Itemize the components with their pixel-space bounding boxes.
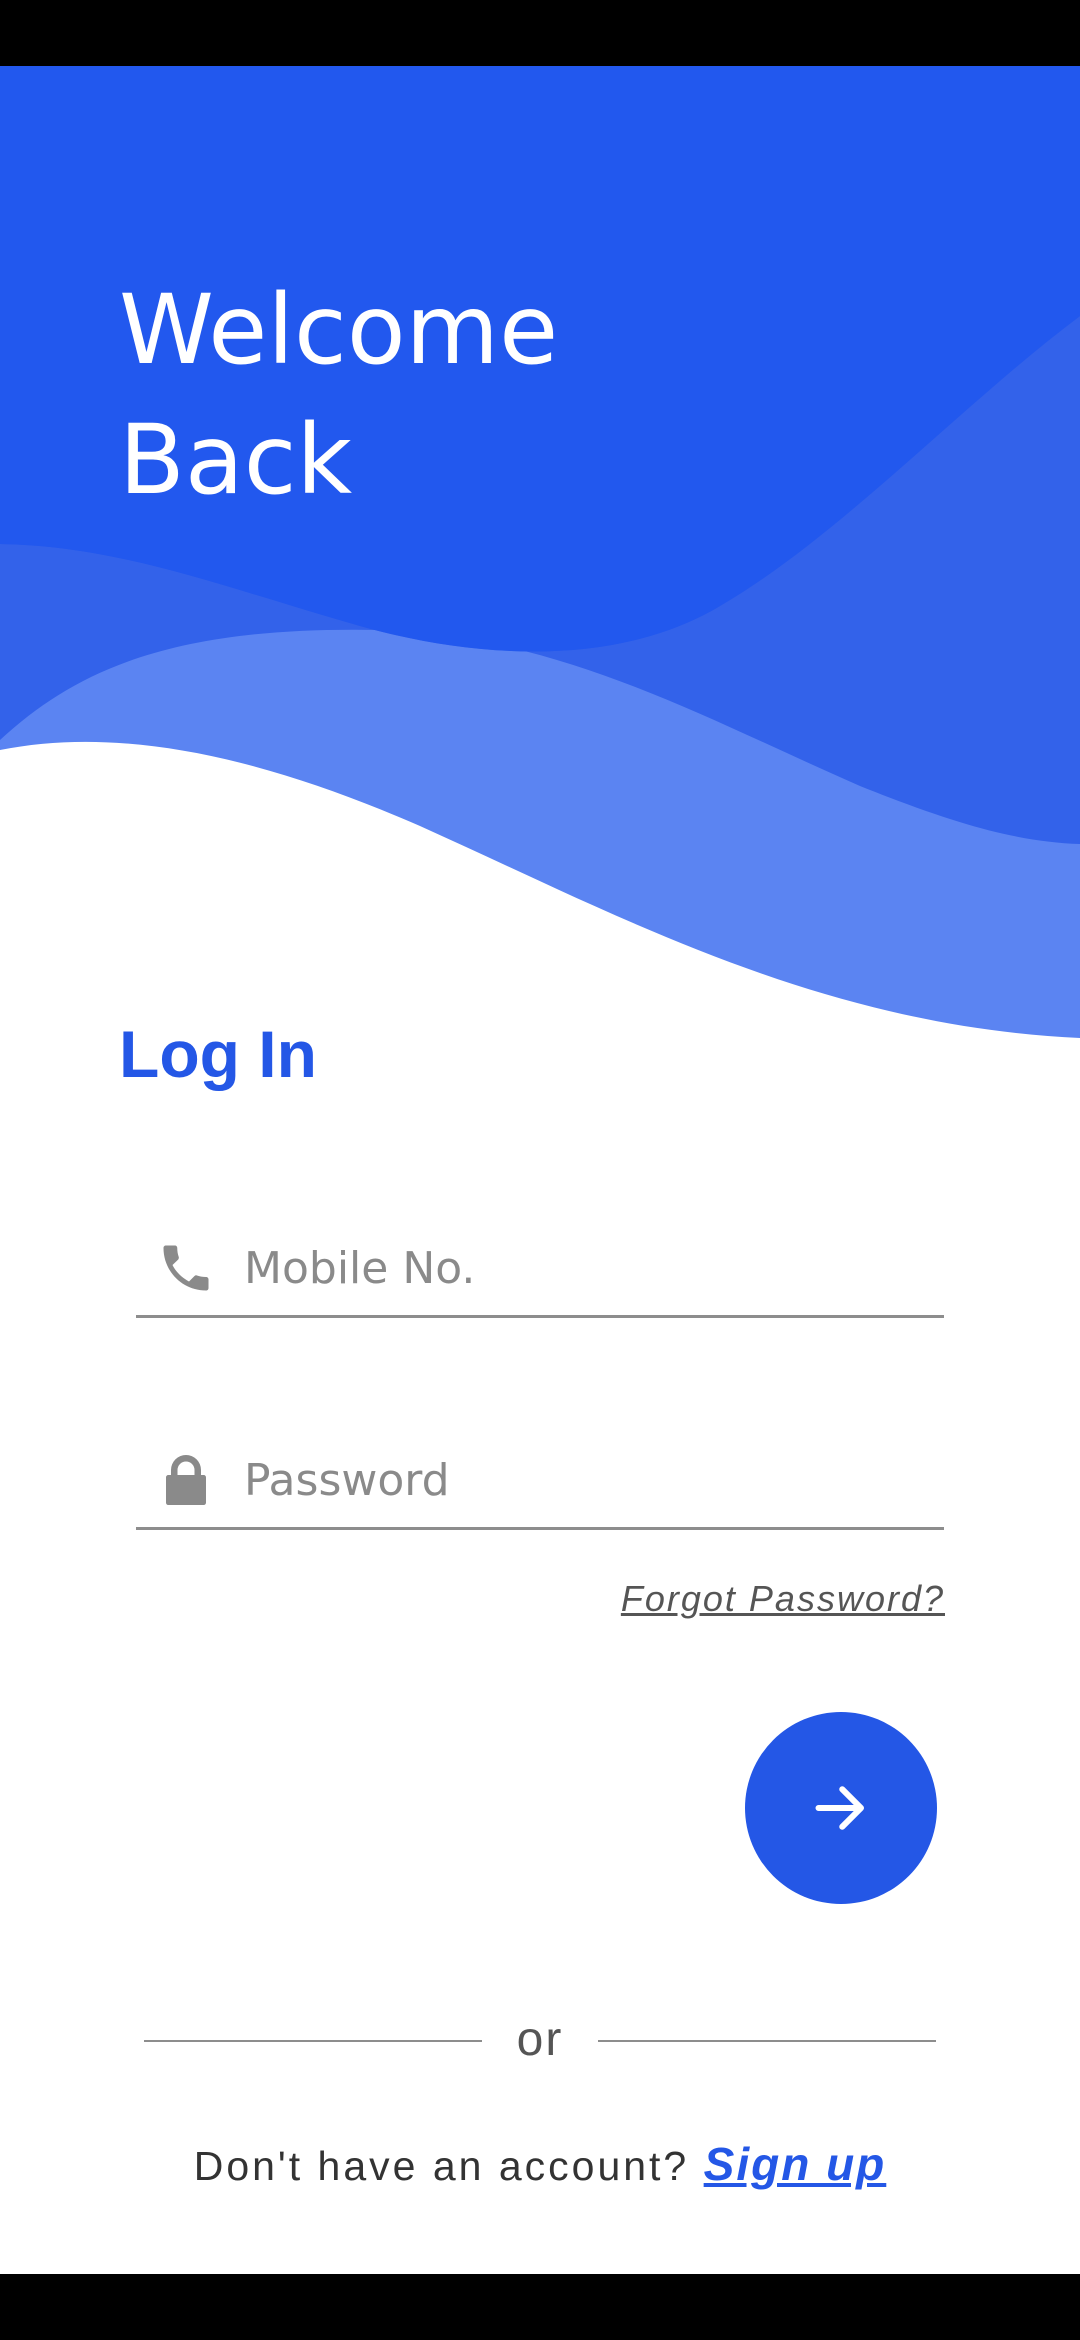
- login-submit-button[interactable]: [745, 1712, 937, 1904]
- welcome-line-1: Welcome: [119, 274, 559, 386]
- login-title: Log In: [119, 1017, 317, 1091]
- or-divider: or: [144, 2000, 936, 2080]
- login-screen: Welcome Back Log In Forgot Password? or …: [0, 0, 1080, 2340]
- signup-prompt-text: Don't have an account?: [193, 2143, 704, 2189]
- signup-prompt-row: Don't have an account? Sign up: [0, 2128, 1080, 2202]
- welcome-line-2: Back: [119, 404, 353, 516]
- or-label: or: [516, 2013, 564, 2066]
- forgot-password-link[interactable]: Forgot Password?: [621, 1578, 945, 1620]
- welcome-heading: Welcome Back: [119, 265, 819, 525]
- phone-icon: [163, 1245, 209, 1291]
- signup-link[interactable]: Sign up: [704, 2138, 887, 2190]
- mobile-underline: [136, 1315, 944, 1318]
- divider-line-left: [144, 2040, 482, 2042]
- lock-icon: [166, 1455, 206, 1505]
- mobile-input[interactable]: [244, 1228, 924, 1308]
- status-bar: [0, 0, 1080, 66]
- navigation-bar: [0, 2274, 1080, 2340]
- mobile-field: [136, 1218, 944, 1318]
- arrow-right-icon: [815, 1786, 864, 1830]
- password-input[interactable]: [244, 1440, 924, 1520]
- password-underline: [136, 1527, 944, 1530]
- password-field: [136, 1430, 944, 1530]
- header-wave-background: [0, 66, 1080, 1038]
- divider-line-right: [598, 2040, 936, 2042]
